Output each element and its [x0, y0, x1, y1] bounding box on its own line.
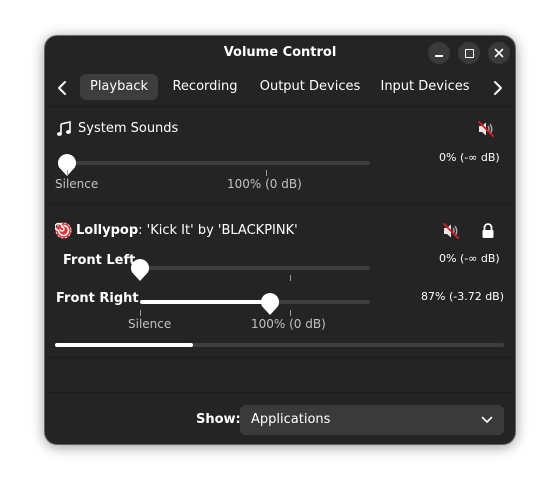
front-right-slider-handle[interactable] [260, 292, 280, 316]
chevron-down-icon [480, 413, 494, 427]
chevron-right-icon [494, 81, 502, 95]
chevron-left-icon [58, 81, 66, 95]
music-note-icon [55, 120, 73, 138]
tab-recording[interactable]: Recording [165, 74, 245, 100]
lock-icon [482, 223, 494, 238]
peak-level-fill [55, 343, 193, 347]
title-bar: Volume Control [45, 36, 515, 70]
stream-app-name: Lollypop [76, 223, 139, 238]
speaker-muted-icon [478, 121, 494, 137]
front-right-label: Front Right [56, 291, 139, 306]
front-right-slider-track[interactable] [140, 300, 370, 304]
divider [45, 203, 515, 204]
close-icon [494, 48, 504, 58]
speaker-muted-icon [443, 223, 459, 239]
slider-tick-silence [140, 310, 141, 316]
front-left-label: Front Left [63, 253, 136, 268]
lollypop-app-icon [54, 221, 72, 239]
front-right-slider-fill [140, 300, 270, 304]
tab-scroll-left-button[interactable] [51, 74, 73, 102]
peak-level-meter [55, 343, 504, 347]
divider [45, 106, 515, 107]
system-sounds-volume-readout: 0% (-∞ dB) [439, 151, 500, 164]
show-label: Show: [196, 412, 241, 427]
mark-silence-label: Silence [128, 317, 172, 331]
show-filter-selected-value: Applications [251, 412, 331, 427]
tab-playback[interactable]: Playback [80, 74, 158, 100]
tab-output-devices[interactable]: Output Devices [252, 74, 368, 100]
slider-tick-100 [290, 310, 291, 316]
show-filter-dropdown[interactable]: Applications [240, 405, 504, 435]
maximize-icon [464, 48, 474, 58]
system-sounds-label: System Sounds [78, 121, 179, 136]
front-right-volume-readout: 87% (-3.72 dB) [421, 290, 505, 303]
divider [45, 357, 515, 358]
mark-100-label: 100% (0 dB) [227, 177, 302, 191]
front-left-slider-handle[interactable] [130, 258, 150, 282]
volume-control-window: Volume Control Playback Recording Output… [45, 36, 515, 444]
system-sounds-slider-track[interactable] [67, 161, 370, 165]
lock-channels-button[interactable] [479, 221, 497, 241]
slider-tick-100 [266, 170, 267, 176]
stream-mute-button[interactable] [440, 221, 462, 241]
tab-input-devices[interactable]: Input Devices [375, 74, 475, 100]
close-button[interactable] [488, 42, 510, 64]
stream-media-title: : 'Kick It' by 'BLACKPINK' [138, 223, 298, 238]
slider-tick-silence [67, 170, 68, 176]
minimize-icon [435, 54, 443, 57]
system-sounds-mute-button[interactable] [475, 119, 497, 139]
mark-100-label: 100% (0 dB) [251, 317, 326, 331]
tab-scroll-right-button[interactable] [487, 74, 509, 102]
maximize-button[interactable] [458, 42, 480, 64]
divider [45, 392, 515, 393]
tab-bar: Playback Recording Output Devices Input … [45, 72, 515, 104]
slider-tick-100 [290, 275, 291, 281]
front-left-volume-readout: 0% (-∞ dB) [439, 252, 500, 265]
mark-silence-label: Silence [55, 177, 99, 191]
stream-title: Lollypop: 'Kick It' by 'BLACKPINK' [76, 223, 298, 238]
front-left-slider-track[interactable] [140, 266, 370, 270]
minimize-button[interactable] [428, 42, 450, 64]
